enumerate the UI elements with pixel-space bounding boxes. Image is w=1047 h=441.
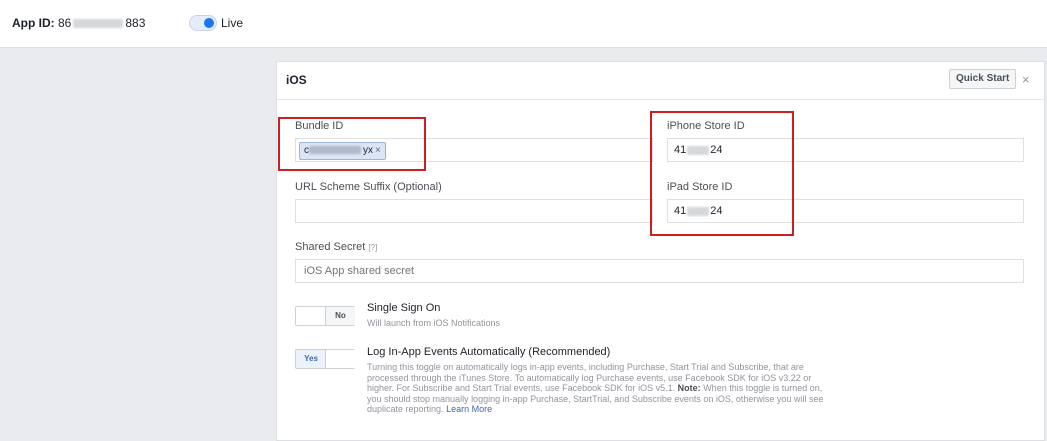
note-label: Note: (677, 383, 701, 393)
log-events-title: Log In-App Events Automatically (Recomme… (367, 346, 611, 358)
panel-header: iOS Quick Start × (277, 62, 1044, 100)
toggle-knob (325, 350, 355, 368)
log-events-desc: Turning this toggle on automatically log… (367, 362, 837, 415)
highlight-box-bundle-id (278, 117, 426, 171)
app-id-label: App ID: (12, 16, 55, 30)
single-sign-on-desc: Will launch from iOS Notifications (367, 318, 501, 328)
left-pane (0, 48, 272, 441)
shared-secret-field[interactable] (295, 259, 1027, 283)
toggle-no: No (325, 307, 355, 325)
toggle-knob (204, 18, 214, 28)
app-id-value-start: 86 (58, 16, 72, 30)
single-sign-on-title: Single Sign On (367, 302, 441, 314)
shared-secret-label-text: Shared Secret (295, 241, 366, 253)
app-id: App ID: 86 883 (12, 16, 145, 30)
url-scheme-suffix-label: URL Scheme Suffix (Optional) (295, 181, 442, 193)
live-toggle[interactable] (189, 15, 217, 31)
log-events-toggle[interactable]: Yes (295, 349, 355, 369)
url-scheme-suffix-field[interactable] (295, 199, 653, 223)
single-sign-on-toggle[interactable]: No (295, 306, 355, 326)
app-id-value-end: 883 (125, 16, 146, 30)
panel-title: iOS (286, 73, 307, 87)
top-bar: App ID: 86 883 Live (0, 0, 1047, 48)
quick-start-button[interactable]: Quick Start (949, 69, 1017, 89)
shared-secret-input[interactable] (302, 264, 1027, 278)
highlight-box-store-ids (650, 111, 794, 236)
learn-more-link[interactable]: Learn More (446, 404, 492, 414)
toggle-yes: Yes (296, 350, 326, 368)
close-icon[interactable]: × (1022, 72, 1030, 87)
redacted-block (73, 19, 124, 29)
help-icon[interactable]: [?] (368, 243, 377, 252)
live-label: Live (221, 16, 244, 30)
shared-secret-label: Shared Secret [?] (295, 241, 377, 253)
